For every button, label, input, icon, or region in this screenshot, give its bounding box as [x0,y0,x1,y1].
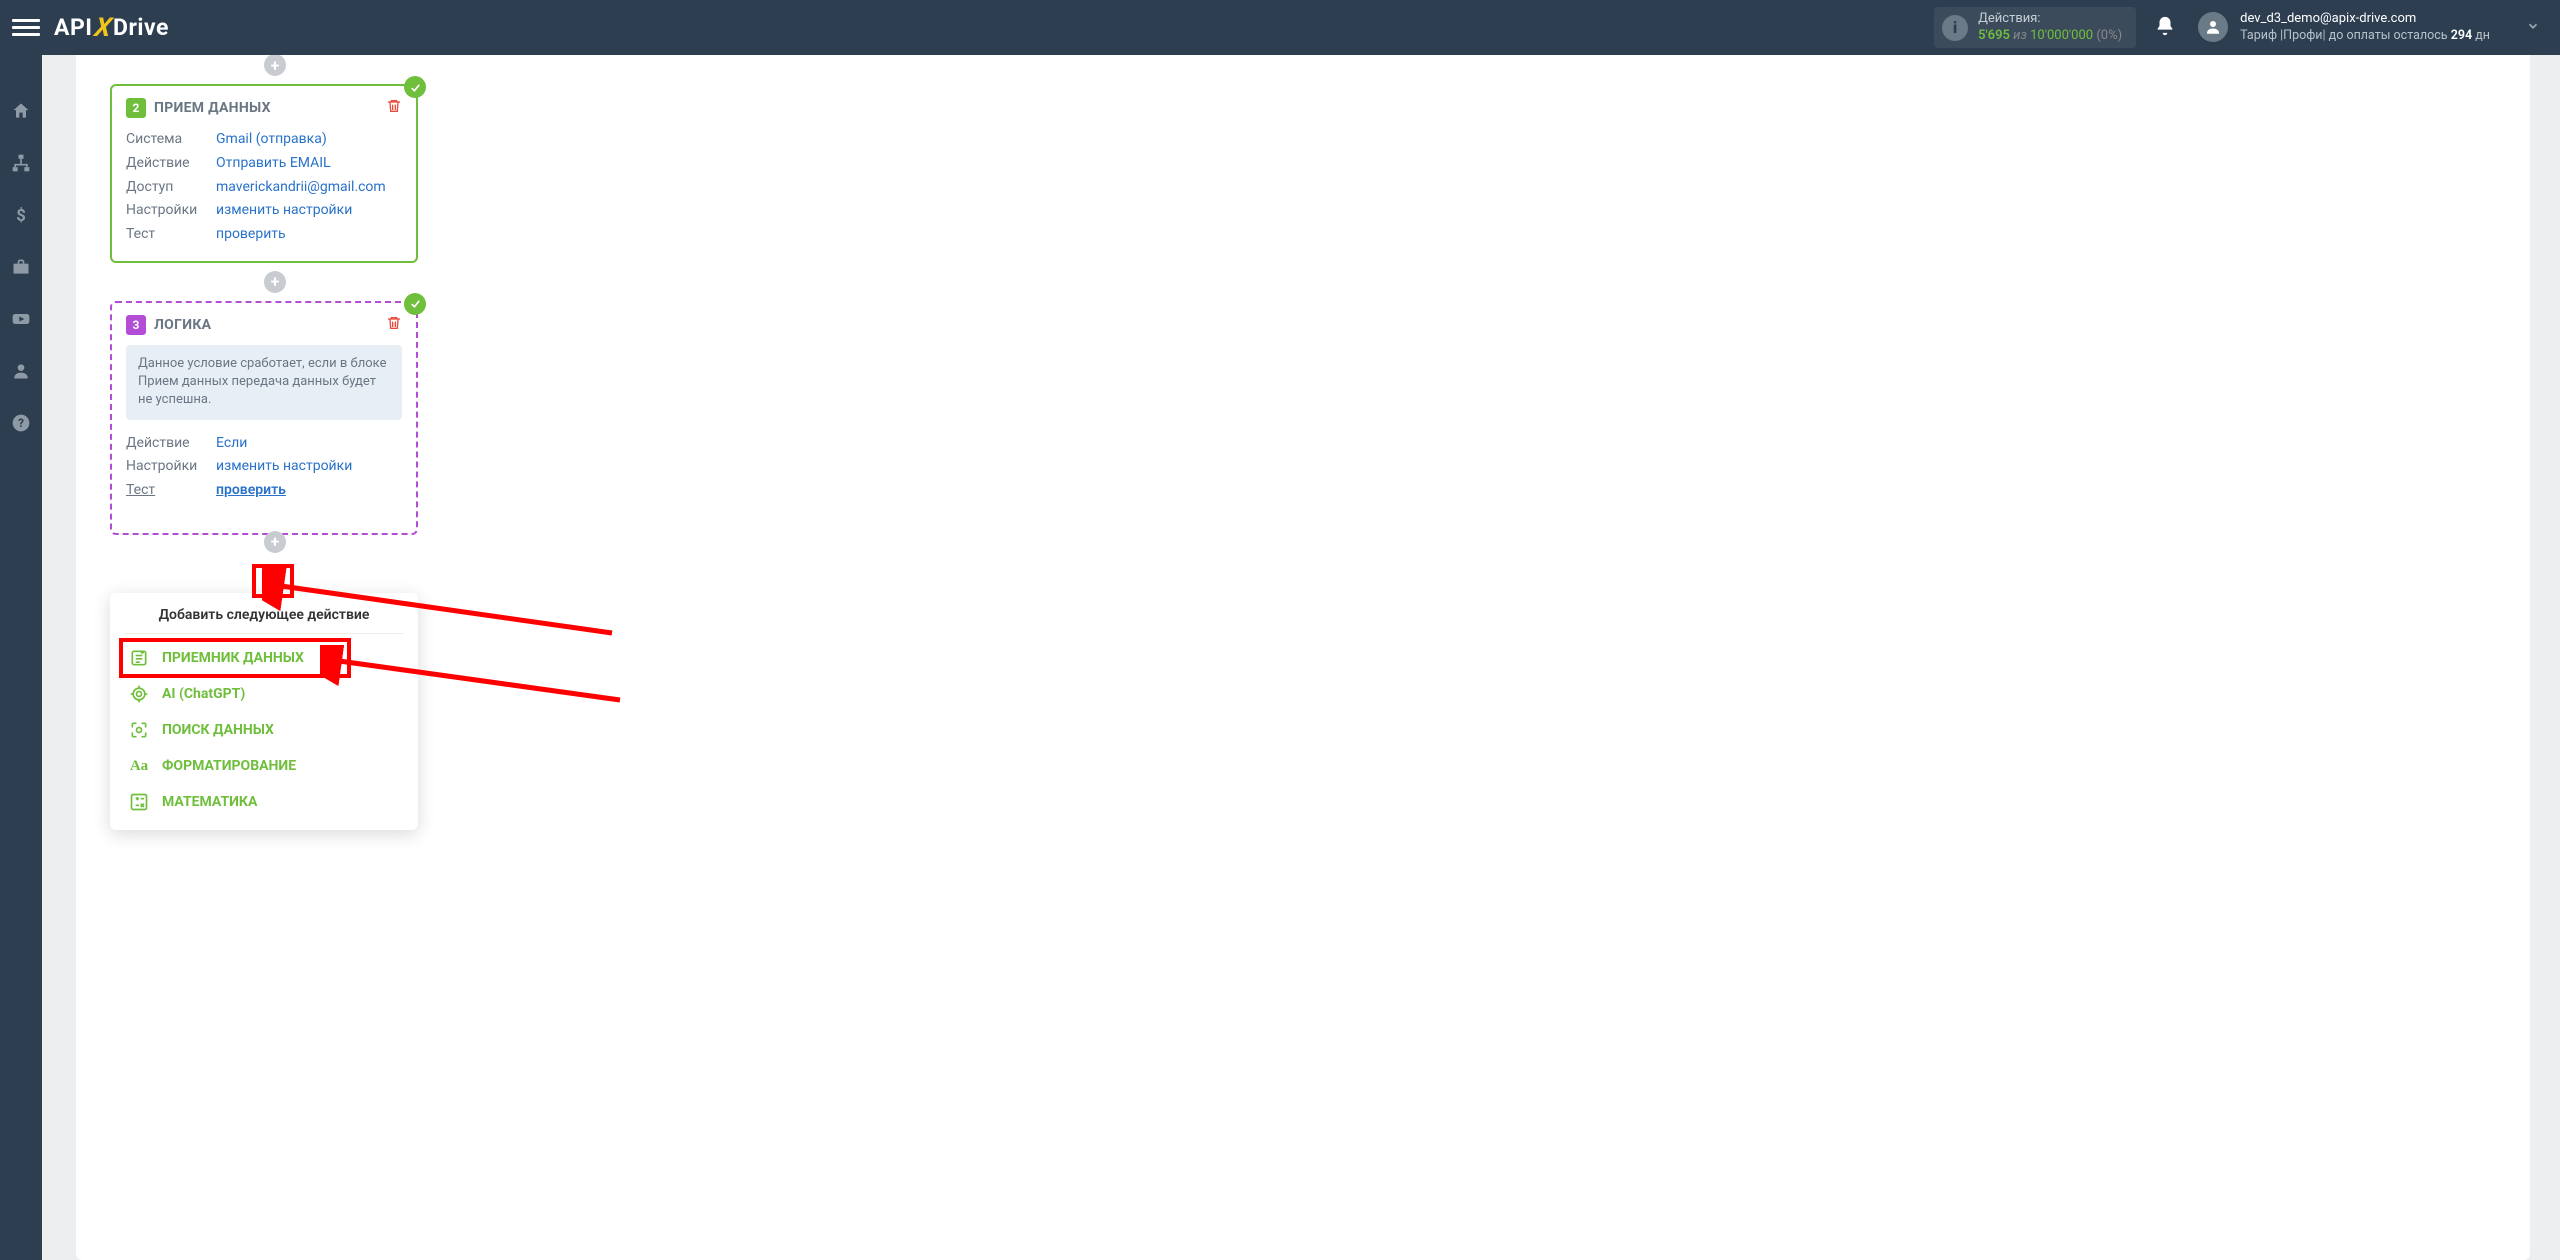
actions-of: из [2013,28,2027,43]
value-test[interactable]: проверить [216,479,286,503]
actions-usage-badge[interactable]: i Действия: 5'695 из 10'000'000 (0%) [1934,7,2136,49]
search-data-icon [128,719,150,741]
hamburger-menu-button[interactable] [12,14,40,42]
card-title: ПРИЕМ ДАННЫХ [154,100,271,116]
value-settings[interactable]: изменить настройки [216,199,352,223]
main-area: + 2 ПРИЕМ ДАННЫХ СистемаGmail (отправка)… [42,55,2560,1260]
check-badge-icon [404,76,426,98]
add-action-popup: Добавить следующее действие ПРИЕМНИК ДАН… [110,593,418,830]
label-settings: Настройки [126,455,216,479]
notifications-bell-icon[interactable] [2154,15,2176,41]
data-receiver-icon [128,647,150,669]
card-title: ЛОГИКА [154,317,211,333]
sidebar-briefcase-icon[interactable] [0,251,42,283]
actions-text: Действия: 5'695 из 10'000'000 (0%) [1978,11,2122,45]
popup-item-label: AI (ChatGPT) [162,686,245,702]
popup-item-label: МАТЕМАТИКА [162,794,257,810]
popup-item-label: ПРИЕМНИК ДАННЫХ [162,650,304,666]
add-step-button-highlighted[interactable]: + [264,531,286,553]
popup-divider [124,633,404,634]
delete-step-button[interactable] [386,315,402,335]
app-header: APIXDrive i Действия: 5'695 из 10'000'00… [0,0,2560,55]
popup-item-math[interactable]: МАТЕМАТИКА [110,784,418,820]
logo-x: X [92,13,114,43]
logo-drive: Drive [113,14,169,41]
label-action: Действие [126,152,216,176]
sidebar-home-icon[interactable] [0,95,42,127]
step-number: 3 [126,315,146,335]
chevron-down-icon [2526,18,2540,37]
step-number: 2 [126,98,146,118]
value-test[interactable]: проверить [216,223,286,247]
popup-item-label: ПОИСК ДАННЫХ [162,722,274,738]
user-email: dev_d3_demo@apix-drive.com [2240,10,2490,28]
logo-api: API [54,14,93,41]
value-system[interactable]: Gmail (отправка) [216,128,327,152]
sidebar-sitemap-icon[interactable] [0,147,42,179]
flow-column: + 2 ПРИЕМ ДАННЫХ СистемаGmail (отправка)… [76,55,466,553]
step-card-2: 2 ПРИЕМ ДАННЫХ СистемаGmail (отправка) Д… [110,84,418,263]
label-access: Доступ [126,176,216,200]
svg-text:$: $ [16,207,26,225]
actions-count: 5'695 [1978,28,2010,43]
delete-step-button[interactable] [386,98,402,118]
label-test: Тест [126,223,216,247]
user-menu[interactable]: dev_d3_demo@apix-drive.com Тариф |Профи|… [2198,10,2548,44]
actions-percent: (0%) [2096,28,2122,43]
actions-label: Действия: [1978,11,2122,28]
ai-icon [128,683,150,705]
check-badge-icon [404,293,426,315]
content-panel: + 2 ПРИЕМ ДАННЫХ СистемаGmail (отправка)… [76,55,2530,1260]
value-action[interactable]: Если [216,432,247,456]
step-card-3: 3 ЛОГИКА Данное условие сработает, если … [110,301,418,535]
label-system: Система [126,128,216,152]
logo[interactable]: APIXDrive [54,13,169,43]
label-test: Тест [126,479,216,503]
sidebar-help-icon[interactable]: ? [0,407,42,439]
user-info: dev_d3_demo@apix-drive.com Тариф |Профи|… [2240,10,2490,44]
sidebar-user-icon[interactable] [0,355,42,387]
actions-limit: 10'000'000 [2030,28,2093,43]
math-icon [128,791,150,813]
label-action: Действие [126,432,216,456]
popup-item-ai-chatgpt[interactable]: AI (ChatGPT) [110,676,418,712]
label-settings: Настройки [126,199,216,223]
popup-item-label: ФОРМАТИРОВАНИЕ [162,758,296,774]
add-step-button[interactable]: + [264,54,286,76]
formatting-icon: Aa [128,755,150,777]
left-sidebar: $ ? [0,55,42,1260]
avatar-icon [2198,12,2228,42]
add-step-button[interactable]: + [264,271,286,293]
popup-item-formatting[interactable]: Aa ФОРМАТИРОВАНИЕ [110,748,418,784]
info-icon: i [1942,15,1968,41]
popup-title: Добавить следующее действие [110,607,418,623]
popup-item-search-data[interactable]: ПОИСК ДАННЫХ [110,712,418,748]
logic-info-text: Данное условие сработает, если в блоке П… [126,345,402,420]
sidebar-youtube-icon[interactable] [0,303,42,335]
value-access[interactable]: maverickandrii@gmail.com [216,176,386,200]
value-action[interactable]: Отправить EMAIL [216,152,331,176]
svg-text:?: ? [18,416,24,430]
user-tariff: Тариф |Профи| до оплаты осталось 294 дн [2240,28,2490,45]
popup-item-data-receiver[interactable]: ПРИЕМНИК ДАННЫХ [110,640,418,676]
value-settings[interactable]: изменить настройки [216,455,352,479]
sidebar-dollar-icon[interactable]: $ [0,199,42,231]
